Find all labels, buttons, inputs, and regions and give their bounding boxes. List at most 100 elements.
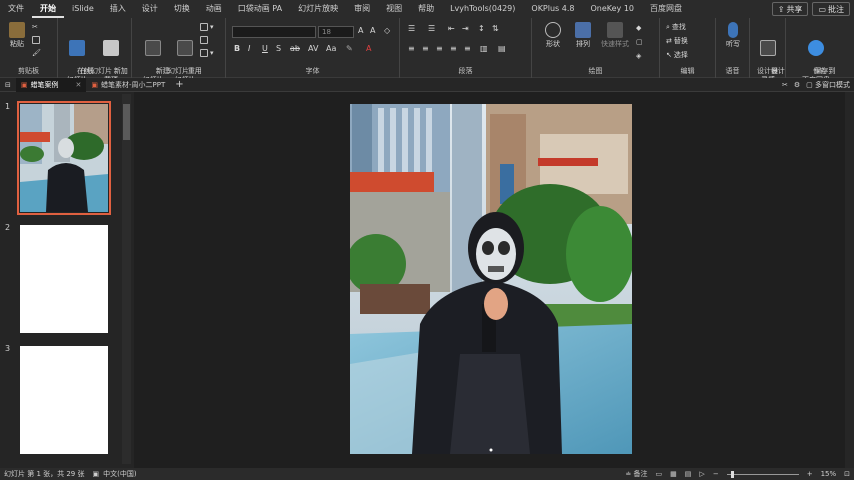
replace-button[interactable]: ⇄ 替换 <box>666 36 688 46</box>
increase-indent-button[interactable]: ⇥ <box>462 24 469 33</box>
strikethrough-button[interactable]: ab <box>290 44 300 53</box>
font-color-button[interactable]: A <box>366 44 371 53</box>
font-size-dropdown[interactable]: 18 <box>318 26 354 38</box>
shape-effects-button[interactable]: ◈ <box>636 52 641 60</box>
thumbnail-slide-3[interactable] <box>20 346 108 454</box>
tab-design[interactable]: 设计 <box>134 0 166 18</box>
shadow-button[interactable]: S <box>276 44 281 53</box>
dictate-button[interactable]: 听写 <box>718 22 748 49</box>
section-button[interactable]: ▾ <box>200 49 214 57</box>
smartart-button[interactable]: ▤ <box>498 44 506 53</box>
bullets-button[interactable]: ☰ <box>408 24 415 33</box>
tab-view[interactable]: 视图 <box>378 0 410 18</box>
find-button[interactable]: ⌕ 查找 <box>666 22 686 32</box>
tools-icon[interactable]: ✂ <box>782 81 788 89</box>
zoom-slider-knob[interactable] <box>730 470 734 478</box>
align-left-button[interactable]: ≡ <box>408 44 415 53</box>
arrange-icon <box>575 22 591 38</box>
paste-button[interactable]: 粘贴 <box>2 22 32 49</box>
accessibility-icon[interactable]: ▣ <box>93 470 100 478</box>
slide-scrollbar[interactable] <box>845 92 854 468</box>
format-painter-button[interactable]: 🖌 <box>32 49 41 57</box>
font-name-dropdown[interactable] <box>232 26 316 38</box>
group-slides: 新建 幻灯片 重用 幻灯片 ▾ ▾ 幻灯片 <box>132 18 226 84</box>
change-case-button[interactable]: Aa <box>326 44 336 53</box>
text-direction-button[interactable]: ⇅ <box>492 24 499 33</box>
tab-help[interactable]: 帮助 <box>410 0 442 18</box>
multi-window-button[interactable]: ▢ 多窗口模式 <box>806 80 850 90</box>
reset-button[interactable] <box>200 36 208 44</box>
columns-button[interactable]: ▥ <box>480 44 488 53</box>
shape-label: 形状 <box>546 40 560 48</box>
tab-onekey[interactable]: OneKey 10 <box>582 0 642 18</box>
shape-fill-button[interactable]: ◆ <box>636 24 641 32</box>
distributed-button[interactable]: ≡ <box>464 44 471 53</box>
justify-button[interactable]: ≡ <box>450 44 457 53</box>
tab-insert[interactable]: 插入 <box>102 0 134 18</box>
comment-button[interactable]: ▭ 批注 <box>812 2 850 16</box>
thumbnail-pane: 1 2 3 <box>0 92 134 468</box>
tab-pocket-animation[interactable]: 口袋动画 PA <box>230 0 290 18</box>
thumbnail-slide-2[interactable] <box>20 225 108 333</box>
underline-button[interactable]: U <box>262 44 268 53</box>
arrange-label: 排列 <box>576 40 590 48</box>
tab-lvyhtools[interactable]: LvyhTools(0429) <box>442 0 523 18</box>
thumbnail-slide-1[interactable] <box>17 101 111 215</box>
close-icon[interactable]: ✕ <box>76 81 82 89</box>
new-tab-button[interactable]: + <box>170 78 188 92</box>
quick-style-button[interactable]: 快速样式 <box>598 22 632 49</box>
panel-toggle-icon[interactable]: ⊟ <box>0 78 16 92</box>
tab-home[interactable]: 开始 <box>32 0 64 18</box>
cut-button[interactable]: ✂ <box>32 23 38 31</box>
reading-view-icon[interactable]: ▤ <box>685 470 692 478</box>
scrollbar-thumb[interactable] <box>123 104 130 140</box>
fit-to-window-icon[interactable]: ⊡ <box>844 470 850 478</box>
powerpoint-window: 文件 开始 iSlide 插入 设计 切换 动画 口袋动画 PA 幻灯片放映 审… <box>0 0 854 480</box>
tab-transitions[interactable]: 切换 <box>166 0 198 18</box>
effects-icon: ◈ <box>636 52 642 60</box>
increase-font-icon[interactable]: A <box>358 26 363 35</box>
bold-button[interactable]: B <box>234 44 240 53</box>
doc-tab-2[interactable]: ▣ 蜡笔素材-周小二PPT <box>86 78 170 92</box>
tab-islide[interactable]: iSlide <box>64 0 102 18</box>
thumbnail-scrollbar[interactable] <box>122 94 131 464</box>
select-button[interactable]: ↖ 选择 <box>666 50 688 60</box>
normal-view-icon[interactable]: ▭ <box>656 470 663 478</box>
gear-icon[interactable]: ⚙ <box>794 81 800 89</box>
doc-tab-1[interactable]: ▣ 蜡笔案例 ✕ <box>15 77 87 92</box>
notes-button[interactable]: ≐ 备注 <box>625 469 647 479</box>
language-indicator[interactable]: 中文(中国) <box>103 469 136 479</box>
slide-sorter-icon[interactable]: ▦ <box>670 470 677 478</box>
layout-button[interactable]: ▾ <box>200 23 214 31</box>
share-button[interactable]: ⇪ 共享 <box>771 2 809 16</box>
copy-button[interactable] <box>32 36 40 44</box>
arrange-button[interactable]: 排列 <box>568 22 598 49</box>
thumbnail-number: 1 <box>5 102 11 111</box>
tab-animations[interactable]: 动画 <box>198 0 230 18</box>
align-right-button[interactable]: ≡ <box>436 44 443 53</box>
zoom-out-button[interactable]: − <box>713 470 719 478</box>
zoom-in-button[interactable]: + <box>807 470 813 478</box>
char-spacing-button[interactable]: AV <box>308 44 318 53</box>
italic-button[interactable]: I <box>248 44 250 53</box>
tab-slideshow[interactable]: 幻灯片放映 <box>290 0 346 18</box>
tab-review[interactable]: 审阅 <box>346 0 378 18</box>
tab-okplus[interactable]: OKPlus 4.8 <box>523 0 582 18</box>
line-spacing-button[interactable]: ↕ <box>478 24 485 33</box>
decrease-indent-button[interactable]: ⇤ <box>448 24 455 33</box>
tab-baidu-netdisk[interactable]: 百度网盘 <box>642 0 690 18</box>
numbering-button[interactable]: ☰ <box>428 24 435 33</box>
highlight-button[interactable]: ✎ <box>346 44 353 53</box>
shape-button[interactable]: 形状 <box>538 22 568 49</box>
slide-canvas[interactable] <box>350 104 632 454</box>
align-center-button[interactable]: ≡ <box>422 44 429 53</box>
clear-format-icon[interactable]: ◇ <box>384 26 390 35</box>
zoom-level[interactable]: 15% <box>821 470 837 478</box>
select-icon: ↖ <box>666 51 672 59</box>
zoom-slider[interactable] <box>726 470 799 478</box>
thumbnail-number: 3 <box>5 344 11 353</box>
slideshow-icon[interactable]: ▷ <box>699 470 704 478</box>
decrease-font-icon[interactable]: A <box>370 26 375 35</box>
tab-file[interactable]: 文件 <box>0 0 32 18</box>
shape-outline-button[interactable]: ▢ <box>636 38 643 46</box>
